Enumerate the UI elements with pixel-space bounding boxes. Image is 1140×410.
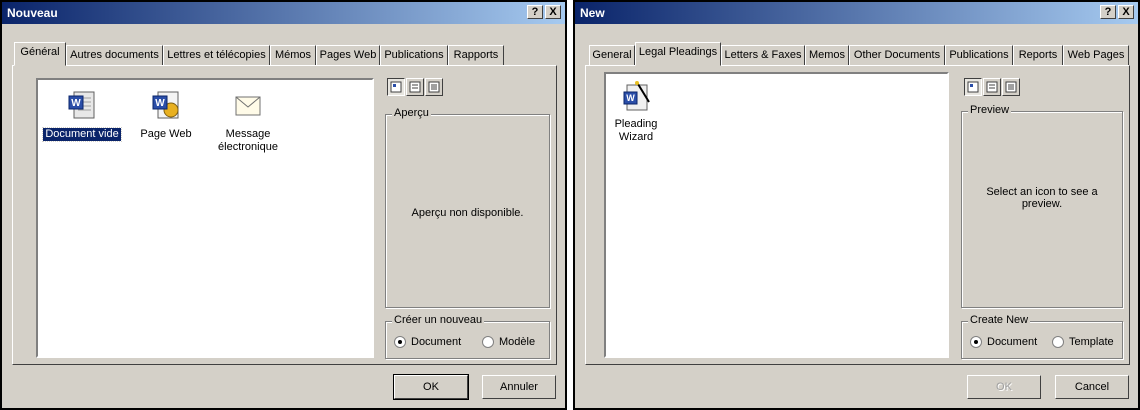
- radio-label: Modèle: [499, 336, 536, 348]
- list-item[interactable]: W Page Web: [124, 90, 208, 141]
- radio-indicator: [970, 336, 982, 348]
- preview-message: Select an icon to see a preview.: [986, 186, 1098, 210]
- create-new-title: Create New: [968, 314, 1031, 326]
- radio-label: Template: [1069, 336, 1114, 348]
- preview-message: Aperçu non disponible.: [411, 207, 524, 219]
- cancel-button[interactable]: Annuler: [482, 375, 556, 399]
- item-label: Pleading Wizard: [614, 118, 658, 143]
- tab-panel: W Document vide W Page Web Message élect…: [12, 65, 557, 365]
- tab-memos[interactable]: Memos: [805, 45, 849, 65]
- envelope-icon: [231, 90, 265, 122]
- radio-template[interactable]: Modèle: [482, 336, 535, 348]
- radio-indicator: [482, 336, 494, 348]
- wizard-document-icon: W: [619, 80, 653, 112]
- tab-rapports[interactable]: Rapports: [448, 45, 504, 65]
- create-new-group: Create New Document Template: [961, 314, 1123, 359]
- template-list[interactable]: W Pleading Wizard: [604, 72, 949, 358]
- tab-legal-pleadings[interactable]: Legal Pleadings: [635, 42, 721, 66]
- radio-label: Document: [411, 336, 462, 348]
- item-label: Page Web: [140, 128, 192, 140]
- help-button[interactable]: ?: [527, 5, 543, 19]
- tab-web-pages[interactable]: Web Pages: [1063, 45, 1129, 65]
- list-item[interactable]: W Document vide: [40, 90, 124, 142]
- preview-group: Preview Select an icon to see a preview.: [961, 104, 1123, 308]
- list-item[interactable]: Message électronique: [206, 90, 290, 154]
- tab-lettres-telecopies[interactable]: Lettres et télécopies: [163, 45, 270, 65]
- help-button[interactable]: ?: [1100, 5, 1116, 19]
- close-button[interactable]: X: [1118, 5, 1134, 19]
- word-document-icon: W: [65, 90, 99, 122]
- tab-letters-faxes[interactable]: Letters & Faxes: [721, 45, 805, 65]
- list-item[interactable]: W Pleading Wizard: [600, 80, 672, 144]
- preview-title: Preview: [968, 104, 1012, 116]
- list-view-button[interactable]: [406, 78, 424, 96]
- dialog-new: New ? X General Legal Pleadings Letters …: [573, 0, 1140, 410]
- title-bar: New ? X: [575, 2, 1138, 24]
- svg-text:W: W: [155, 98, 165, 109]
- tab-pages-web[interactable]: Pages Web: [316, 45, 380, 65]
- large-icons-view-button[interactable]: [964, 78, 982, 96]
- radio-indicator: [394, 336, 406, 348]
- list-view-button[interactable]: [983, 78, 1001, 96]
- tab-general[interactable]: General: [589, 45, 635, 65]
- tab-panel: W Pleading Wizard Preview Select an icon…: [585, 65, 1130, 365]
- tab-publications[interactable]: Publications: [380, 45, 448, 65]
- tab-memos[interactable]: Mémos: [270, 45, 316, 65]
- radio-document[interactable]: Document: [970, 336, 1037, 348]
- dialog-nouveau: Nouveau ? X Général Autres documents Let…: [0, 0, 567, 410]
- close-button[interactable]: X: [545, 5, 561, 19]
- word-web-page-icon: W: [149, 90, 183, 122]
- title-bar: Nouveau ? X: [2, 2, 565, 24]
- tab-reports[interactable]: Reports: [1013, 45, 1063, 65]
- item-label: Document vide: [42, 127, 122, 142]
- svg-text:W: W: [71, 98, 81, 109]
- details-view-button[interactable]: [1002, 78, 1020, 96]
- ok-button[interactable]: OK: [393, 374, 469, 400]
- ok-button[interactable]: OK: [967, 375, 1041, 399]
- item-label: Message électronique: [218, 128, 278, 153]
- tab-autres-documents[interactable]: Autres documents: [66, 45, 163, 65]
- radio-indicator: [1052, 336, 1064, 348]
- svg-text:W: W: [626, 93, 635, 103]
- create-new-group: Créer un nouveau Document Modèle: [385, 314, 550, 359]
- tab-general[interactable]: Général: [14, 42, 66, 66]
- cancel-button[interactable]: Cancel: [1055, 375, 1129, 399]
- dialog-title: Nouveau: [7, 6, 58, 20]
- radio-label: Document: [987, 336, 1038, 348]
- radio-document[interactable]: Document: [394, 336, 461, 348]
- template-list[interactable]: W Document vide W Page Web Message élect…: [36, 78, 374, 358]
- create-new-title: Créer un nouveau: [392, 314, 485, 326]
- large-icons-view-button[interactable]: [387, 78, 405, 96]
- tab-other-documents[interactable]: Other Documents: [849, 45, 945, 65]
- radio-template[interactable]: Template: [1052, 336, 1114, 348]
- dialog-title: New: [580, 6, 605, 20]
- tab-publications[interactable]: Publications: [945, 45, 1013, 65]
- details-view-button[interactable]: [425, 78, 443, 96]
- preview-group: Aperçu Aperçu non disponible.: [385, 107, 550, 308]
- preview-title: Aperçu: [392, 107, 431, 119]
